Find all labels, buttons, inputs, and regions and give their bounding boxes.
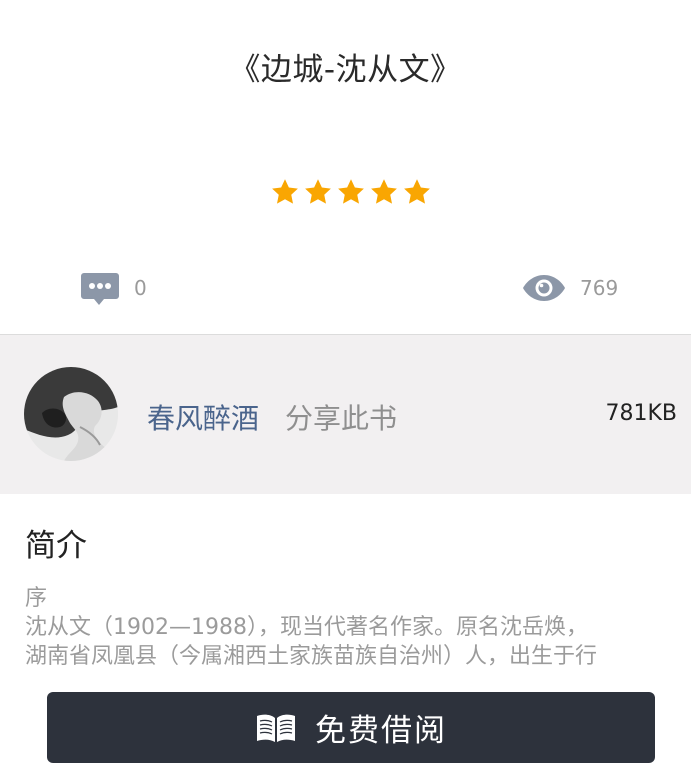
star-icon bbox=[371, 179, 397, 204]
star-icon bbox=[272, 179, 298, 204]
intro-heading: 简介 bbox=[25, 528, 87, 564]
avatar-image bbox=[24, 367, 118, 461]
stats-row: 0 769 bbox=[0, 266, 691, 312]
view-count: 769 bbox=[580, 276, 619, 300]
share-panel: 春风醉酒 分享此书 781KB bbox=[0, 335, 691, 494]
book-title: 《边城-沈从文》 bbox=[229, 52, 462, 88]
open-book-icon bbox=[257, 714, 295, 742]
intro-line: 湖南省凤凰县（今属湘西土家族苗族自治州）人，出生于行 bbox=[25, 644, 598, 669]
rating-stars bbox=[270, 177, 432, 207]
borrow-button-label: 免费借阅 bbox=[315, 713, 447, 749]
star-icon bbox=[305, 179, 331, 204]
file-size: 781KB bbox=[605, 401, 677, 426]
star-icon bbox=[338, 179, 364, 204]
sharer-name-link[interactable]: 春风醉酒 bbox=[147, 397, 259, 437]
user-avatar[interactable] bbox=[24, 367, 118, 461]
borrow-button[interactable]: 免费借阅 bbox=[47, 692, 655, 763]
intro-text: 序 沈从文（1902—1988），现当代著名作家。原名沈岳焕， 湖南省凤凰县（今… bbox=[25, 584, 675, 671]
star-icon bbox=[404, 179, 430, 204]
eye-icon bbox=[523, 275, 565, 301]
intro-line: 序 bbox=[25, 586, 48, 611]
share-label: 分享此书 bbox=[285, 402, 398, 435]
comment-count: 0 bbox=[134, 276, 147, 300]
comment-bubble-icon[interactable] bbox=[80, 271, 120, 307]
intro-line: 沈从文（1902—1988），现当代著名作家。原名沈岳焕， bbox=[25, 615, 588, 640]
